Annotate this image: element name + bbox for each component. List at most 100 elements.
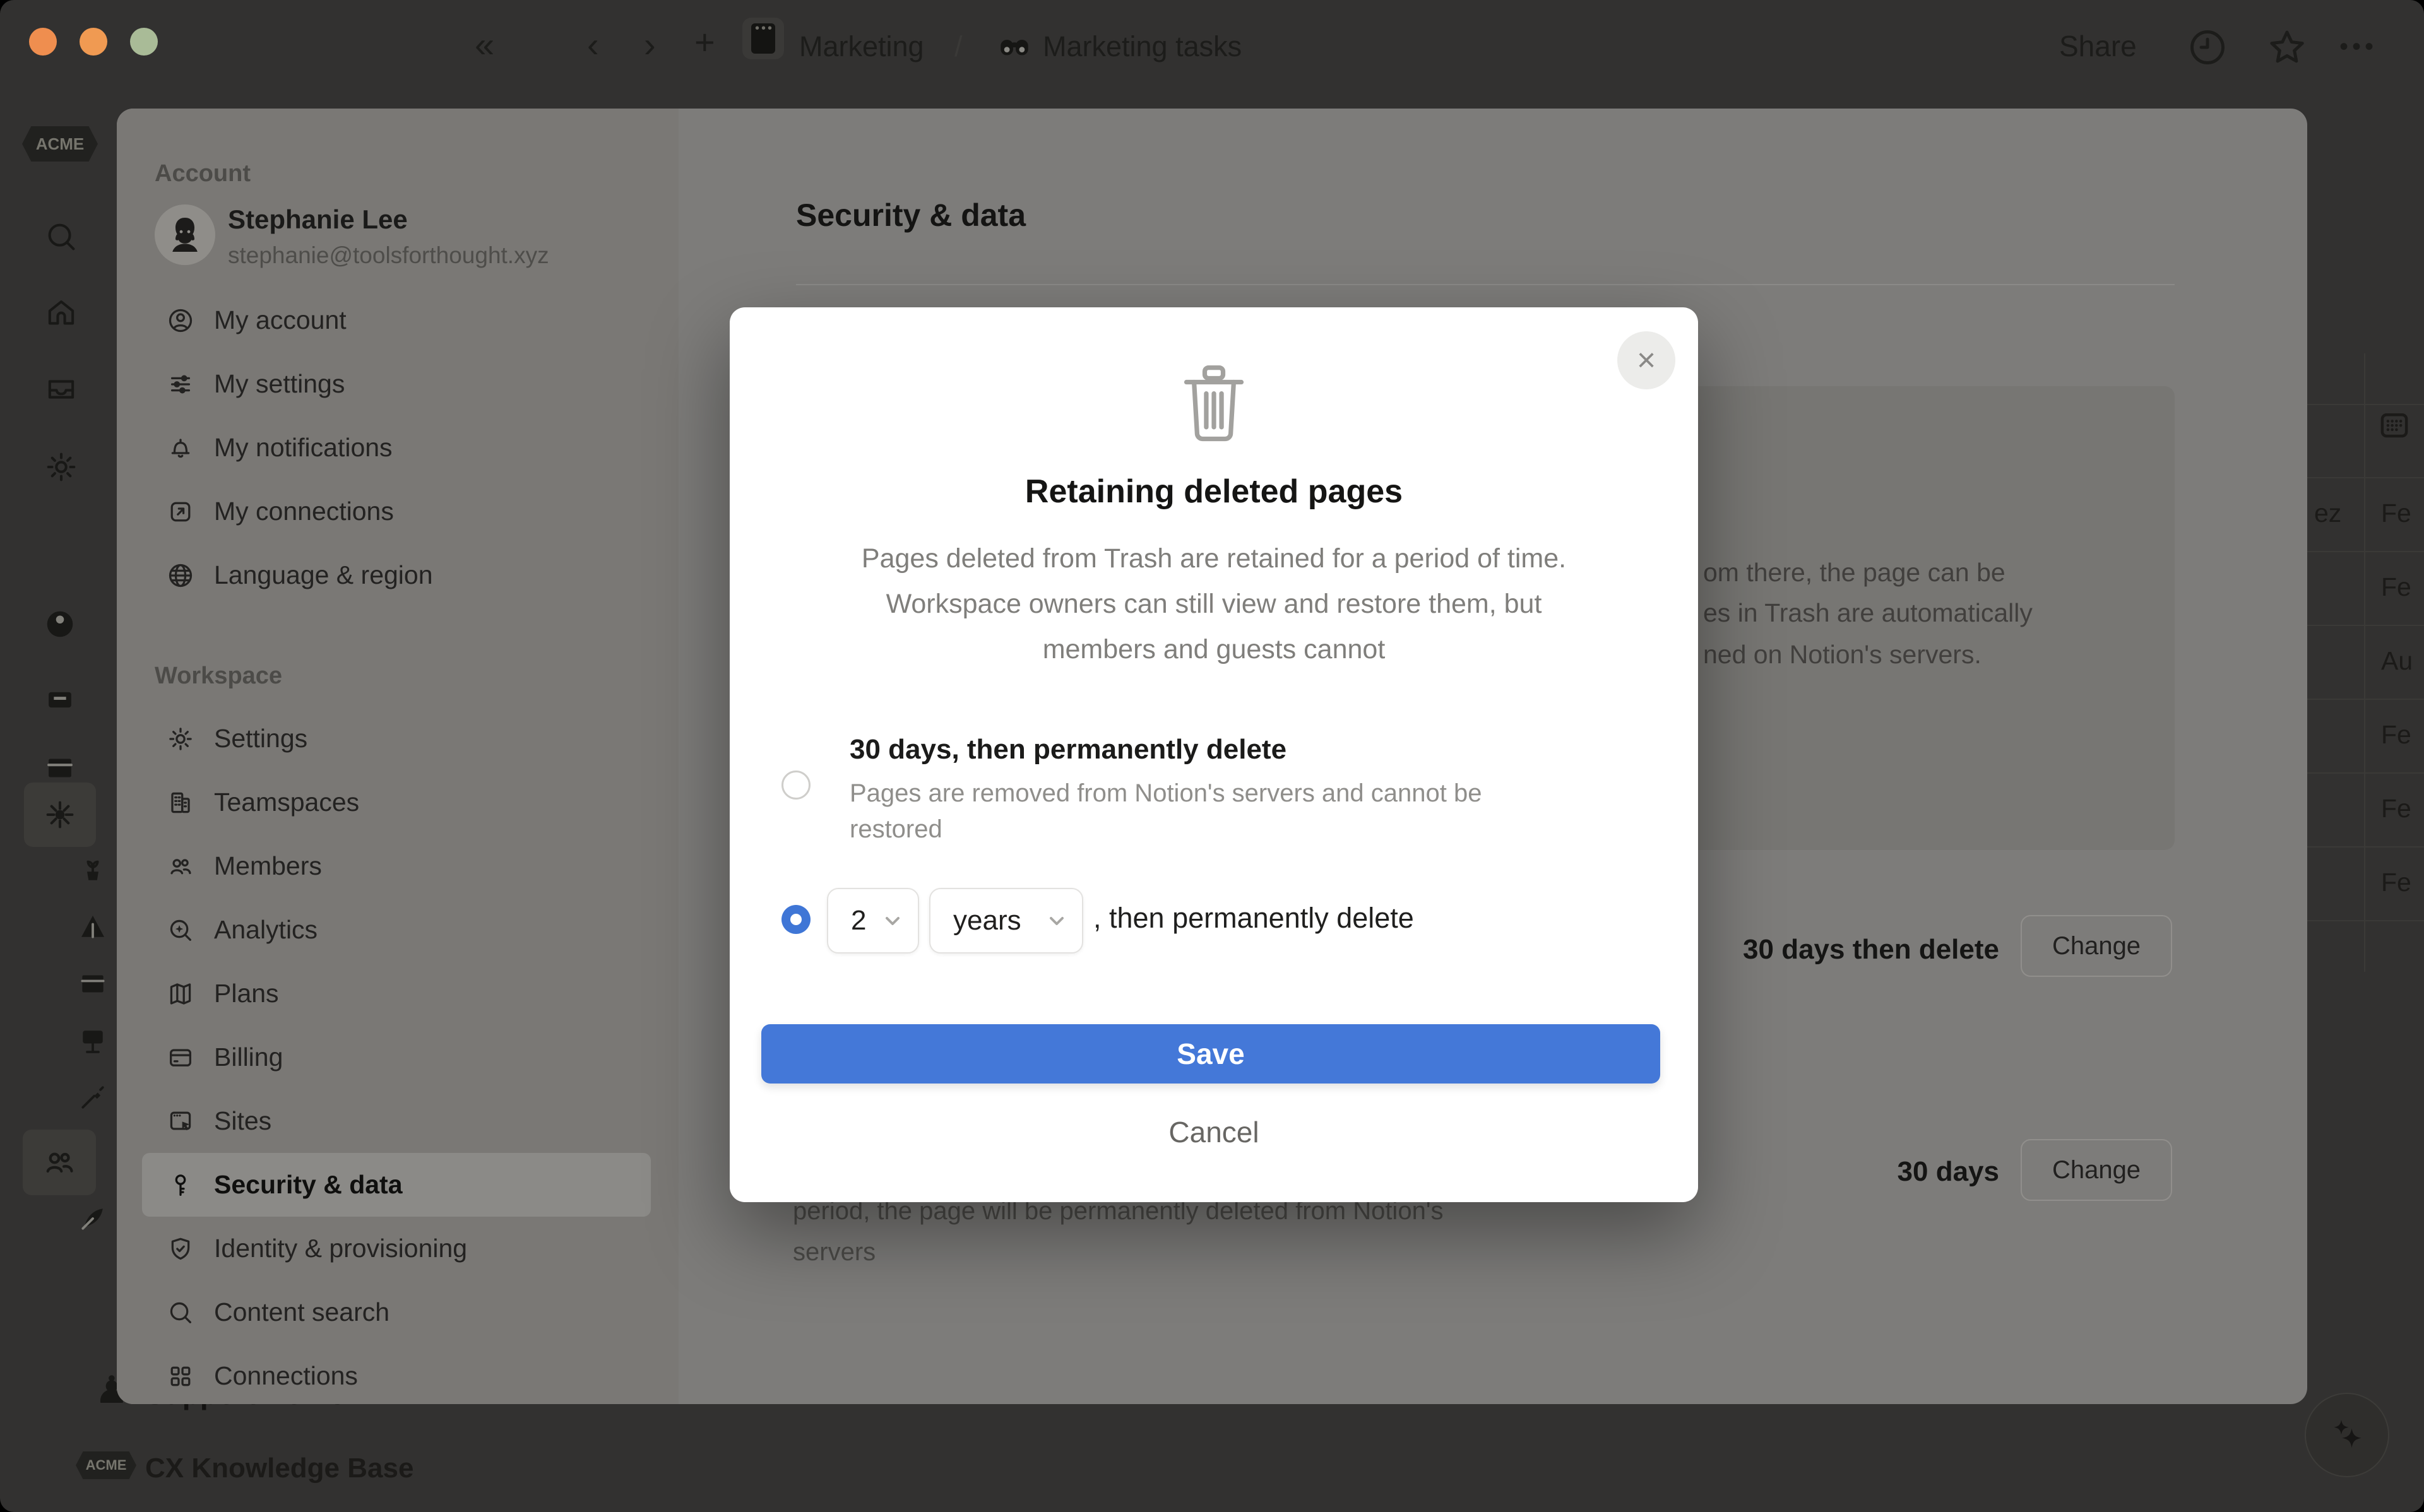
cancel-button[interactable]: Cancel <box>730 1115 1698 1149</box>
modal-description: Pages deleted from Trash are retained fo… <box>861 543 1567 664</box>
settings-nav-members[interactable]: Members <box>142 834 651 898</box>
settings-nav-connections[interactable]: Connections <box>142 1344 651 1408</box>
sidebar-search-icon[interactable] <box>43 218 80 255</box>
option-30-days-sublabel: Pages are removed from Notion's servers … <box>850 779 1482 843</box>
settings-nav-label: Sites <box>214 1106 272 1135</box>
table-cell-fragment: ez <box>2314 499 2342 528</box>
people-icon <box>46 1152 73 1173</box>
settings-nav-security-data[interactable]: Security & data <box>142 1153 651 1217</box>
crate-icon <box>81 975 105 993</box>
settings-nav-label: Connections <box>214 1361 358 1390</box>
settings-nav-plans[interactable]: Plans <box>142 962 651 1025</box>
settings-nav-label: Teamspaces <box>214 788 360 817</box>
settings-nav-language-region[interactable]: Language & region <box>142 543 651 607</box>
sidebar-plant-icon[interactable] <box>76 853 110 887</box>
trash-change-button[interactable]: Change <box>2021 1139 2172 1201</box>
settings-nav-label: Content search <box>214 1297 390 1326</box>
sidebar-ball-icon[interactable] <box>42 606 78 642</box>
settings-nav-label: My settings <box>214 369 345 398</box>
traffic-close-button[interactable] <box>29 28 57 56</box>
period-number-value: 2 <box>851 905 867 936</box>
settings-nav-identity-provisioning[interactable]: Identity & provisioning <box>142 1217 651 1280</box>
retaining-deleted-pages-modal: × Retaining deleted pages Pages deleted … <box>730 307 1698 1202</box>
sidebar-people-icon[interactable] <box>40 1143 78 1181</box>
settings-nav-label: Identity & provisioning <box>214 1234 468 1263</box>
trash-icon <box>1177 363 1251 452</box>
person-circle-icon <box>169 309 193 332</box>
sidebar-mailbox-icon[interactable] <box>42 682 78 718</box>
tent-icon <box>81 916 104 938</box>
star-icon[interactable] <box>2265 25 2309 69</box>
avatar <box>155 204 215 265</box>
breadcrumb-separator: / <box>954 30 963 62</box>
settings-nav-my-settings[interactable]: My settings <box>142 352 651 416</box>
sidebar-home-icon[interactable] <box>43 294 80 331</box>
settings-nav-my-connections[interactable]: My connections <box>142 480 651 543</box>
period-unit-value: years <box>953 905 1021 936</box>
radio-30-days[interactable] <box>781 771 811 800</box>
chevron-down-icon <box>886 917 900 925</box>
sidebar-tent-icon[interactable] <box>76 910 110 944</box>
breadcrumb-page[interactable]: Marketing tasks <box>1043 30 1242 63</box>
settings-nav-label: My account <box>214 305 347 334</box>
traffic-minimize-button[interactable] <box>80 28 107 56</box>
account-section-label: Account <box>155 160 251 187</box>
period-unit-dropdown[interactable]: years <box>929 888 1083 954</box>
key-icon <box>175 1174 186 1196</box>
sidebar-feather-icon[interactable] <box>76 1202 110 1236</box>
acme-logo-small: ACME <box>76 1451 136 1479</box>
settings-nav-teamspaces[interactable]: Teamspaces <box>142 771 651 834</box>
table-cell-fragment: Au <box>2381 646 2413 675</box>
binoculars-icon <box>995 28 1034 70</box>
sidebar-sign-icon[interactable] <box>76 1024 110 1058</box>
user-name: Stephanie Lee <box>228 204 408 234</box>
analytics-icon <box>170 919 191 941</box>
info-text-fragment: om there, the page can be <box>1703 558 2005 587</box>
option-custom-suffix: , then permanently delete <box>1093 902 1414 934</box>
new-page-icon[interactable]: + <box>694 21 715 62</box>
teamspace-page-icon: ••• <box>742 18 784 59</box>
flower-icon <box>46 801 74 829</box>
workspace-menu-list: Settings Teamspaces Members Analytics Plans B… <box>142 707 651 1408</box>
acme-logo: ACME <box>22 126 98 162</box>
traffic-zoom-button[interactable] <box>130 28 158 56</box>
nav-back-icon[interactable]: ‹ <box>587 24 599 65</box>
settings-nav-settings[interactable]: Settings <box>142 707 651 771</box>
sidebar-screwdriver-icon[interactable] <box>76 1080 110 1114</box>
sidebar-gear-icon[interactable] <box>43 449 80 485</box>
breadcrumb-root[interactable]: Marketing <box>799 30 924 63</box>
ai-assistant-button[interactable] <box>2305 1393 2389 1477</box>
arrow-box-icon <box>170 502 191 521</box>
settings-nav-content-search[interactable]: Content search <box>142 1280 651 1344</box>
sidebar-flower-icon[interactable] <box>42 796 78 833</box>
retention-change-button[interactable]: Change <box>2021 915 2172 977</box>
page-title: Security & data <box>796 198 1026 233</box>
settings-nav-sites[interactable]: Sites <box>142 1089 651 1153</box>
sidebar-collapse-icon[interactable]: « <box>475 24 494 65</box>
clock-icon[interactable] <box>2185 25 2230 69</box>
sidebar-crate-icon[interactable] <box>42 750 78 786</box>
sidebar-crate-icon[interactable] <box>76 967 110 1001</box>
account-menu-list: My account My settings My notifications My … <box>142 288 651 607</box>
gear-icon <box>47 452 76 481</box>
home-icon <box>48 300 74 325</box>
settings-nav-billing[interactable]: Billing <box>142 1025 651 1089</box>
more-options-icon[interactable]: ••• <box>2339 33 2377 61</box>
close-icon[interactable]: × <box>1617 331 1675 389</box>
grid-icon <box>170 1366 191 1386</box>
share-button[interactable]: Share <box>2059 29 2137 63</box>
modal-title: Retaining deleted pages <box>1025 473 1403 510</box>
settings-nav-my-account[interactable]: My account <box>142 288 651 352</box>
sidebar-item-cx-knowledge-base[interactable]: CX Knowledge Base <box>145 1453 413 1484</box>
settings-nav-label: Members <box>214 851 322 880</box>
divider <box>796 284 2175 285</box>
settings-nav-analytics[interactable]: Analytics <box>142 898 651 962</box>
save-button[interactable]: Save <box>761 1024 1660 1084</box>
settings-nav-my-notifications[interactable]: My notifications <box>142 416 651 480</box>
period-number-dropdown[interactable]: 2 <box>827 888 919 954</box>
sidebar-inbox-icon[interactable] <box>43 371 80 408</box>
top-bar: « ‹ › + ••• Marketing / Marketing tasks … <box>0 0 2424 109</box>
nav-forward-icon[interactable]: › <box>644 24 656 65</box>
radio-custom-period[interactable] <box>781 905 811 934</box>
search-icon <box>170 1302 191 1323</box>
